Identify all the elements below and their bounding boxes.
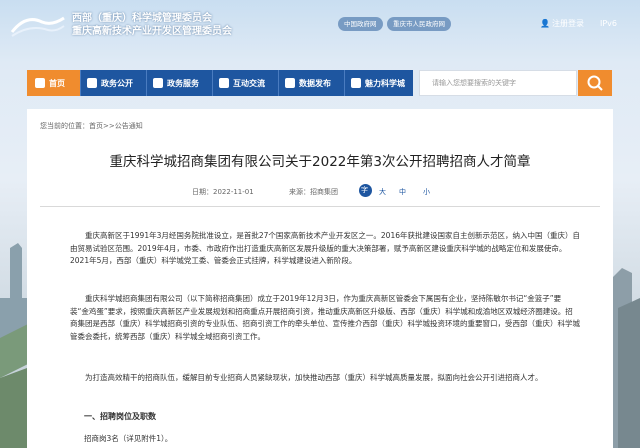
nav-item-science-city[interactable]: 魅力科学城 xyxy=(345,70,413,96)
search-button[interactable] xyxy=(578,70,612,96)
chat-icon xyxy=(219,78,229,88)
nav-item-label: 数据发布 xyxy=(299,78,331,88)
nav-item-label: 政务公开 xyxy=(101,78,133,88)
site-title[interactable]: 西部（重庆）科学城管理委员会 重庆高新技术产业开发区管理委员会 xyxy=(72,12,232,38)
article-title: 重庆科学城招商集团有限公司关于2022年第3次公开招聘招商人才简章 xyxy=(109,154,531,170)
city-icon xyxy=(351,78,361,88)
home-icon xyxy=(35,78,45,88)
article-line: 招商岗3名（详见附件1）。 xyxy=(84,434,173,443)
service-icon xyxy=(153,78,163,88)
nav-item-label: 魅力科学城 xyxy=(365,78,405,88)
link-china-gov[interactable]: 中国政府网 xyxy=(338,17,383,31)
user-icon[interactable]: 👤 xyxy=(540,18,550,30)
section-heading: 一、招聘岗位及职数 xyxy=(84,412,156,421)
main-nav: 首页 政务公开 政务服务 互动交流 数据发布 魅力科学城 xyxy=(27,70,413,96)
site-header: 西部（重庆）科学城管理委员会 重庆高新技术产业开发区管理委员会 中国政府网 重庆… xyxy=(0,0,640,50)
site-title-line2: 重庆高新技术产业开发区管理委员会 xyxy=(72,26,232,37)
ipv6-badge: IPv6 xyxy=(600,19,618,28)
doc-icon xyxy=(87,78,97,88)
article-paragraph: 重庆高新区于1991年3月经国务院批准设立，是首批27个国家高新技术产业开发区之… xyxy=(70,231,580,266)
article-source: 来源：招商集团 xyxy=(289,188,338,196)
site-logo-icon[interactable] xyxy=(8,12,68,38)
font-size-label: 字 xyxy=(361,186,368,194)
article-panel: 您当前的位置：首页>>公告通知 重庆科学城招商集团有限公司关于2022年第3次公… xyxy=(27,109,613,448)
chart-icon xyxy=(285,78,295,88)
font-size-medium[interactable]: 中 xyxy=(399,187,406,197)
nav-item-gov-affairs[interactable]: 政务公开 xyxy=(81,70,147,96)
nav-item-home[interactable]: 首页 xyxy=(27,70,81,96)
site-title-line1: 西部（重庆）科学城管理委员会 xyxy=(72,13,212,24)
nav-item-gov-service[interactable]: 政务服务 xyxy=(147,70,213,96)
nav-item-label: 政务服务 xyxy=(167,78,199,88)
article-paragraph: 为打造高效精干的招商队伍，缓解目前专业招商人员紧缺现状，加快推动西部（重庆）科学… xyxy=(85,373,543,382)
register-link[interactable]: 注册 xyxy=(552,18,568,30)
nav-item-label: 互动交流 xyxy=(233,78,265,88)
login-link[interactable]: 登录 xyxy=(568,18,584,30)
font-size-large[interactable]: 大 xyxy=(379,187,386,197)
nav-item-label: 首页 xyxy=(49,78,65,88)
search-icon xyxy=(587,75,603,91)
breadcrumb[interactable]: 您当前的位置：首页>>公告通知 xyxy=(40,121,143,131)
search-input[interactable]: 请输入您想要搜索的关键字 xyxy=(419,70,577,96)
article-paragraph: 重庆科学城招商集团有限公司（以下简称招商集团）成立于2019年12月3日，作为重… xyxy=(70,294,580,341)
nav-item-interaction[interactable]: 互动交流 xyxy=(213,70,279,96)
font-size-small[interactable]: 小 xyxy=(423,187,430,197)
link-chongqing-gov[interactable]: 重庆市人民政府网 xyxy=(387,17,451,31)
article-date: 日期：2022-11-01 xyxy=(192,188,254,196)
title-divider xyxy=(40,206,600,207)
nav-item-data-release[interactable]: 数据发布 xyxy=(279,70,345,96)
